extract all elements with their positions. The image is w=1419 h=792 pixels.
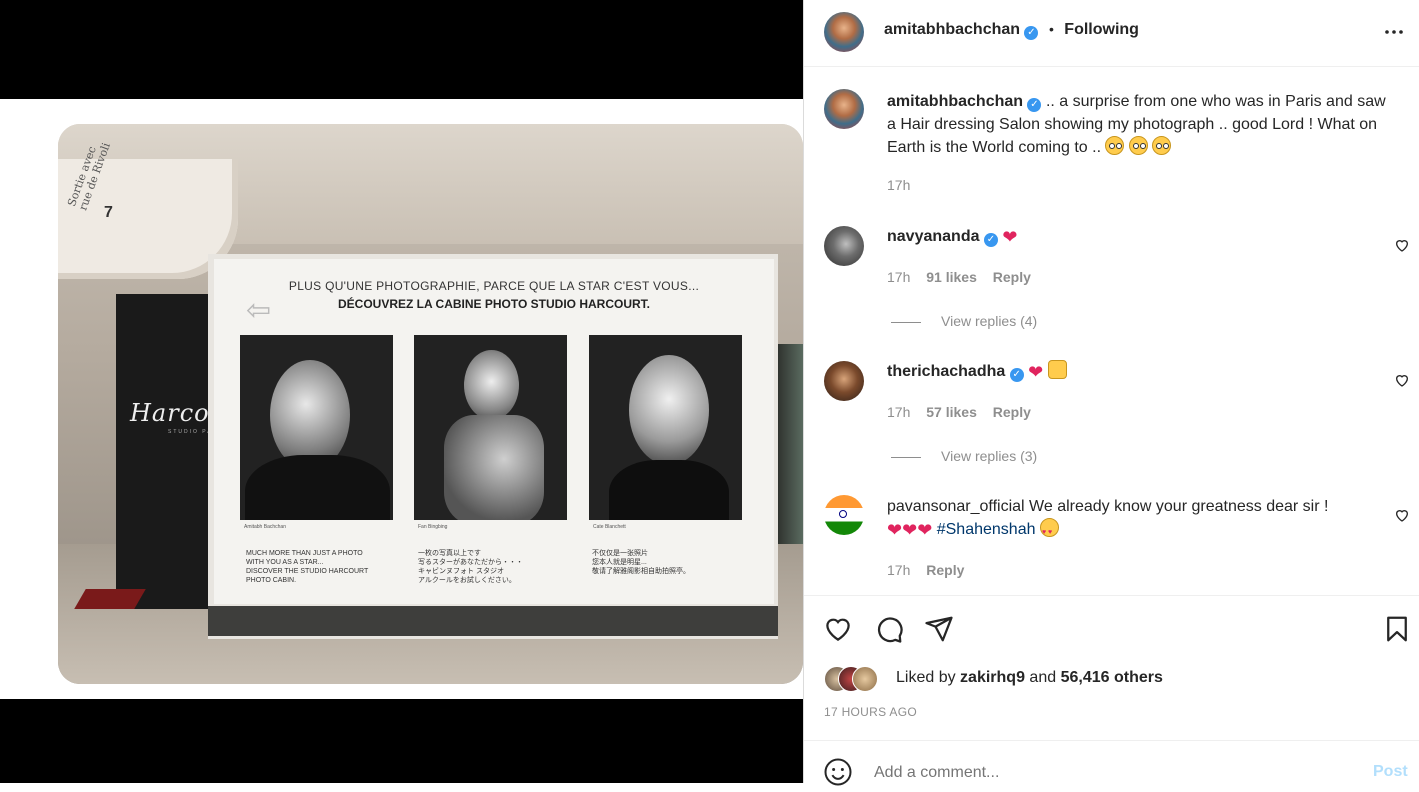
- like-comment-heart-icon[interactable]: [1394, 372, 1410, 388]
- verified-icon: ✓: [1024, 26, 1039, 40]
- add-comment-input[interactable]: [872, 760, 1316, 786]
- comment-likes[interactable]: 57 likes: [926, 404, 977, 420]
- liked-by-text: Liked by zakirhq9 and 56,416 others: [896, 669, 1163, 687]
- red-heart-emoji-icon: ❤: [902, 520, 918, 540]
- liked-by-user[interactable]: zakirhq9: [960, 669, 1025, 686]
- red-carpet: [74, 589, 146, 609]
- poster-base: [208, 606, 778, 636]
- liked-by-avatars[interactable]: [824, 666, 894, 692]
- post-photo[interactable]: Sortie avec rue de Rivoli 7 Harcou STUDI…: [58, 124, 803, 684]
- comment-body: navyananda ✓ ❤: [887, 225, 1017, 249]
- view-replies-button[interactable]: View replies (4): [891, 313, 1037, 329]
- liked-by-and: and: [1029, 669, 1057, 686]
- comment-text: We already know your greatness dear sir …: [1029, 498, 1329, 515]
- comment-meta: 17h 57 likes Reply: [887, 404, 1031, 420]
- comment-username[interactable]: therichachadha: [887, 363, 1005, 380]
- comment-body: therichachadha ✓ ❤: [887, 360, 1067, 384]
- view-replies-button[interactable]: View replies (3): [891, 448, 1037, 464]
- header-separator: •: [1048, 21, 1054, 37]
- comment-reply-button[interactable]: Reply: [993, 269, 1031, 285]
- display-panel: [776, 344, 803, 544]
- poster-text-cn: 不仅仅是一张照片 您本人就是明星... 敬请了解雅阁影相自助拍照亭。: [592, 550, 690, 575]
- red-heart-emoji-icon: ❤: [1002, 227, 1018, 247]
- liked-by-others[interactable]: 56,416 others: [1061, 669, 1163, 686]
- verified-icon: ✓: [1027, 98, 1042, 112]
- poster-subheadline: DÉCOUVREZ LA CABINE PHOTO STUDIO HARCOUR…: [337, 297, 650, 311]
- comment-username[interactable]: navyananda: [887, 228, 979, 245]
- comment-username[interactable]: pavansonar_official: [887, 498, 1025, 515]
- comment-avatar[interactable]: [824, 226, 864, 266]
- post-sidebar: amitabhbachchan ✓ • Following amitabhbac…: [803, 0, 1419, 786]
- comment-meta: 17h 91 likes Reply: [887, 269, 1031, 285]
- view-replies-label: View replies (3): [941, 448, 1038, 464]
- divider: [804, 740, 1419, 741]
- replies-divider: [891, 321, 921, 323]
- header-user-row: amitabhbachchan ✓ • Following: [884, 21, 1139, 40]
- comment-reply-button[interactable]: Reply: [993, 404, 1031, 420]
- verified-icon: ✓: [1009, 368, 1024, 382]
- red-heart-emoji-icon: ❤: [917, 520, 933, 540]
- heart-eyes-emoji-icon: [1039, 518, 1059, 544]
- more-options-icon[interactable]: [1382, 20, 1406, 44]
- comment-avatar[interactable]: [824, 361, 864, 401]
- like-heart-icon[interactable]: [823, 614, 853, 644]
- post-actions: Liked by zakirhq9 and 56,416 others 17 H…: [804, 595, 1419, 786]
- caption-username[interactable]: amitabhbachchan: [887, 93, 1023, 110]
- like-comment-heart-icon[interactable]: [1394, 507, 1410, 523]
- share-paper-plane-icon[interactable]: [924, 614, 954, 644]
- save-bookmark-icon[interactable]: [1382, 614, 1412, 644]
- flushed-face-emoji-icon: [1105, 136, 1125, 155]
- comment-reply-button[interactable]: Reply: [926, 562, 964, 578]
- hashtag-link[interactable]: #Shahenshah: [937, 521, 1036, 538]
- portrait-caption-1: Amitabh Bachchan: [244, 524, 286, 530]
- caption-time[interactable]: 17h: [887, 177, 910, 193]
- portrait-caption-3: Cate Blanchett: [593, 524, 626, 530]
- comment-meta: 17h Reply: [887, 562, 964, 578]
- poster-headline: PLUS QU'UNE PHOTOGRAPHIE, PARCE QUE LA S…: [288, 279, 700, 293]
- caption-avatar[interactable]: [824, 89, 864, 129]
- comment-body: pavansonar_official We already know your…: [887, 495, 1387, 544]
- arch-sign-number: 7: [104, 204, 113, 221]
- view-replies-label: View replies (4): [941, 313, 1038, 329]
- post-media[interactable]: Sortie avec rue de Rivoli 7 Harcou STUDI…: [0, 0, 803, 783]
- poster: ⇦ PLUS QU'UNE PHOTOGRAPHIE, PARCE QUE LA…: [214, 259, 774, 604]
- author-username[interactable]: amitabhbachchan: [884, 21, 1020, 38]
- poster-text-jp: 一枚の写真以上です 写るスターがあなただから・・・ キャビンヌフォト スタジオ …: [418, 550, 523, 584]
- post-timestamp[interactable]: 17 HOURS AGO: [824, 705, 917, 719]
- comment-time[interactable]: 17h: [887, 562, 910, 578]
- like-comment-heart-icon[interactable]: [1394, 237, 1410, 253]
- liked-by-prefix: Liked by: [896, 669, 956, 686]
- flushed-face-emoji-icon: [1152, 136, 1172, 155]
- caption-body: amitabhbachchan ✓ .. a surprise from one…: [887, 90, 1397, 159]
- post-header: amitabhbachchan ✓ • Following: [804, 0, 1419, 67]
- comment-time[interactable]: 17h: [887, 269, 910, 285]
- raised-hands-emoji-icon: [1047, 360, 1067, 379]
- red-heart-emoji-icon: ❤: [887, 520, 903, 540]
- post-comment-button[interactable]: Post: [1373, 763, 1408, 781]
- media-frame: Sortie avec rue de Rivoli 7 Harcou STUDI…: [0, 99, 803, 699]
- portrait-caption-2: Fan Bingbing: [418, 524, 448, 530]
- following-button[interactable]: Following: [1064, 21, 1139, 38]
- poster-text-en: MUCH MORE THAN JUST A PHOTO WITH YOU AS …: [246, 550, 369, 584]
- author-avatar[interactable]: [824, 12, 864, 52]
- portrait-1: [240, 335, 393, 520]
- portrait-2: [414, 335, 567, 520]
- comment-avatar[interactable]: [824, 495, 864, 535]
- flushed-face-emoji-icon: [1128, 136, 1148, 155]
- comment-likes[interactable]: 91 likes: [926, 269, 977, 285]
- photo-booth: [116, 294, 211, 609]
- verified-icon: ✓: [983, 233, 998, 247]
- comment-time[interactable]: 17h: [887, 404, 910, 420]
- comment-bubble-icon[interactable]: [874, 614, 904, 644]
- portrait-3: [589, 335, 742, 520]
- red-heart-emoji-icon: ❤: [1028, 362, 1044, 382]
- replies-divider: [891, 456, 921, 458]
- avatar: [852, 666, 878, 692]
